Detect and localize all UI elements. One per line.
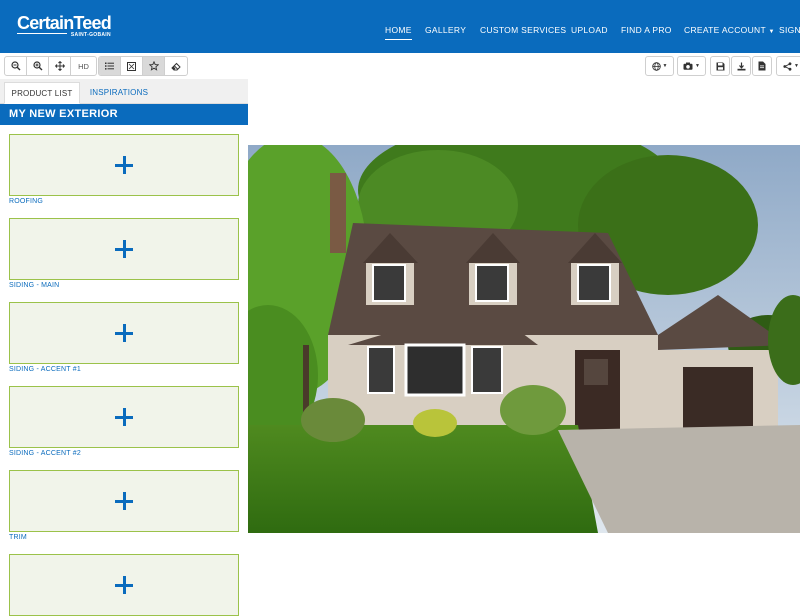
nav-gallery[interactable]: GALLERY	[425, 25, 466, 35]
product-sidebar: PRODUCT LIST INSPIRATIONS MY NEW EXTERIO…	[0, 79, 248, 616]
caret-down-icon: ▼	[662, 63, 668, 69]
tab-inspirations[interactable]: INSPIRATIONS	[84, 82, 154, 104]
globe-icon	[651, 61, 661, 71]
document-icon	[758, 61, 766, 71]
house-preview-image[interactable]	[248, 145, 800, 533]
plus-icon	[115, 408, 133, 426]
section-title: MY NEW EXTERIOR	[0, 104, 248, 125]
sidebar-tabs: PRODUCT LIST INSPIRATIONS	[0, 79, 248, 104]
nav-home[interactable]: HOME	[385, 25, 412, 40]
hd-label: HD	[78, 61, 89, 71]
nav-create-account-label: CREATE ACCOUNT	[684, 25, 766, 35]
add-product-slot-siding-main[interactable]	[9, 218, 239, 280]
house-illustration	[248, 145, 800, 533]
tab-product-list[interactable]: PRODUCT LIST	[4, 82, 80, 104]
download-icon	[737, 62, 745, 70]
save-button[interactable]	[710, 56, 730, 76]
add-product-slot-siding-accent-1[interactable]	[9, 302, 239, 364]
share-dropdown-button[interactable]: ▼	[776, 56, 800, 76]
plus-icon	[115, 156, 133, 174]
plus-icon	[115, 576, 133, 594]
zoom-in-icon	[32, 61, 42, 71]
compare-button[interactable]	[121, 57, 143, 75]
camera-icon	[683, 62, 693, 70]
zoom-in-button[interactable]	[27, 57, 49, 75]
add-product-slot-roofing[interactable]	[9, 134, 239, 196]
favorite-button[interactable]	[143, 57, 165, 75]
top-navigation-bar: CertainTeed SAINT-GOBAIN HOME GALLERY CU…	[0, 0, 800, 53]
caret-down-icon: ▼	[768, 29, 775, 35]
slot-label-trim: TRIM	[9, 534, 27, 541]
slot-label-siding-accent-1: SIDING - ACCENT #1	[9, 366, 81, 373]
slot-label-roofing: ROOFING	[9, 198, 44, 205]
download-button[interactable]	[731, 56, 751, 76]
main-nav: HOME GALLERY CUSTOM SERVICES UPLOAD FIND…	[0, 0, 800, 53]
caret-down-icon: ▼	[794, 63, 799, 69]
camera-dropdown-button[interactable]: ▼	[677, 56, 706, 76]
language-dropdown-button[interactable]: ▼	[645, 56, 674, 76]
eraser-button[interactable]	[165, 57, 187, 75]
zoom-out-button[interactable]	[5, 57, 27, 75]
eraser-icon	[171, 62, 181, 70]
plus-icon	[115, 492, 133, 510]
add-product-slot-trim[interactable]	[9, 470, 239, 532]
pan-icon	[54, 61, 65, 71]
mode-tools-group	[98, 56, 188, 76]
list-icon	[105, 62, 114, 70]
save-icon	[716, 62, 724, 70]
product-list-view-button[interactable]	[99, 57, 121, 75]
caret-down-icon: ▼	[695, 63, 700, 69]
plus-icon	[115, 240, 133, 258]
zoom-out-icon	[10, 61, 20, 71]
pan-button[interactable]	[49, 57, 71, 75]
view-tools-group: HD	[4, 56, 97, 76]
add-product-slot-siding-accent-2[interactable]	[9, 386, 239, 448]
slot-label-siding-accent-2: SIDING - ACCENT #2	[9, 450, 81, 457]
add-product-slot-next[interactable]	[9, 554, 239, 616]
nav-find-a-pro[interactable]: FIND A PRO	[621, 25, 672, 35]
hd-toggle-button[interactable]: HD	[71, 57, 96, 75]
plus-icon	[115, 324, 133, 342]
slot-label-siding-main: SIDING - MAIN	[9, 282, 60, 289]
compare-icon	[127, 61, 136, 71]
nav-create-account[interactable]: CREATE ACCOUNT ▼	[684, 25, 775, 35]
share-icon	[783, 61, 792, 71]
favorite-icon	[148, 61, 159, 71]
document-button[interactable]	[752, 56, 772, 76]
nav-upload[interactable]: UPLOAD	[571, 25, 608, 35]
editor-toolbar: HD ▼ ▼ ▼	[0, 56, 800, 78]
nav-sign-in[interactable]: SIGN	[779, 25, 800, 35]
nav-custom-services[interactable]: CUSTOM SERVICES	[480, 25, 566, 35]
